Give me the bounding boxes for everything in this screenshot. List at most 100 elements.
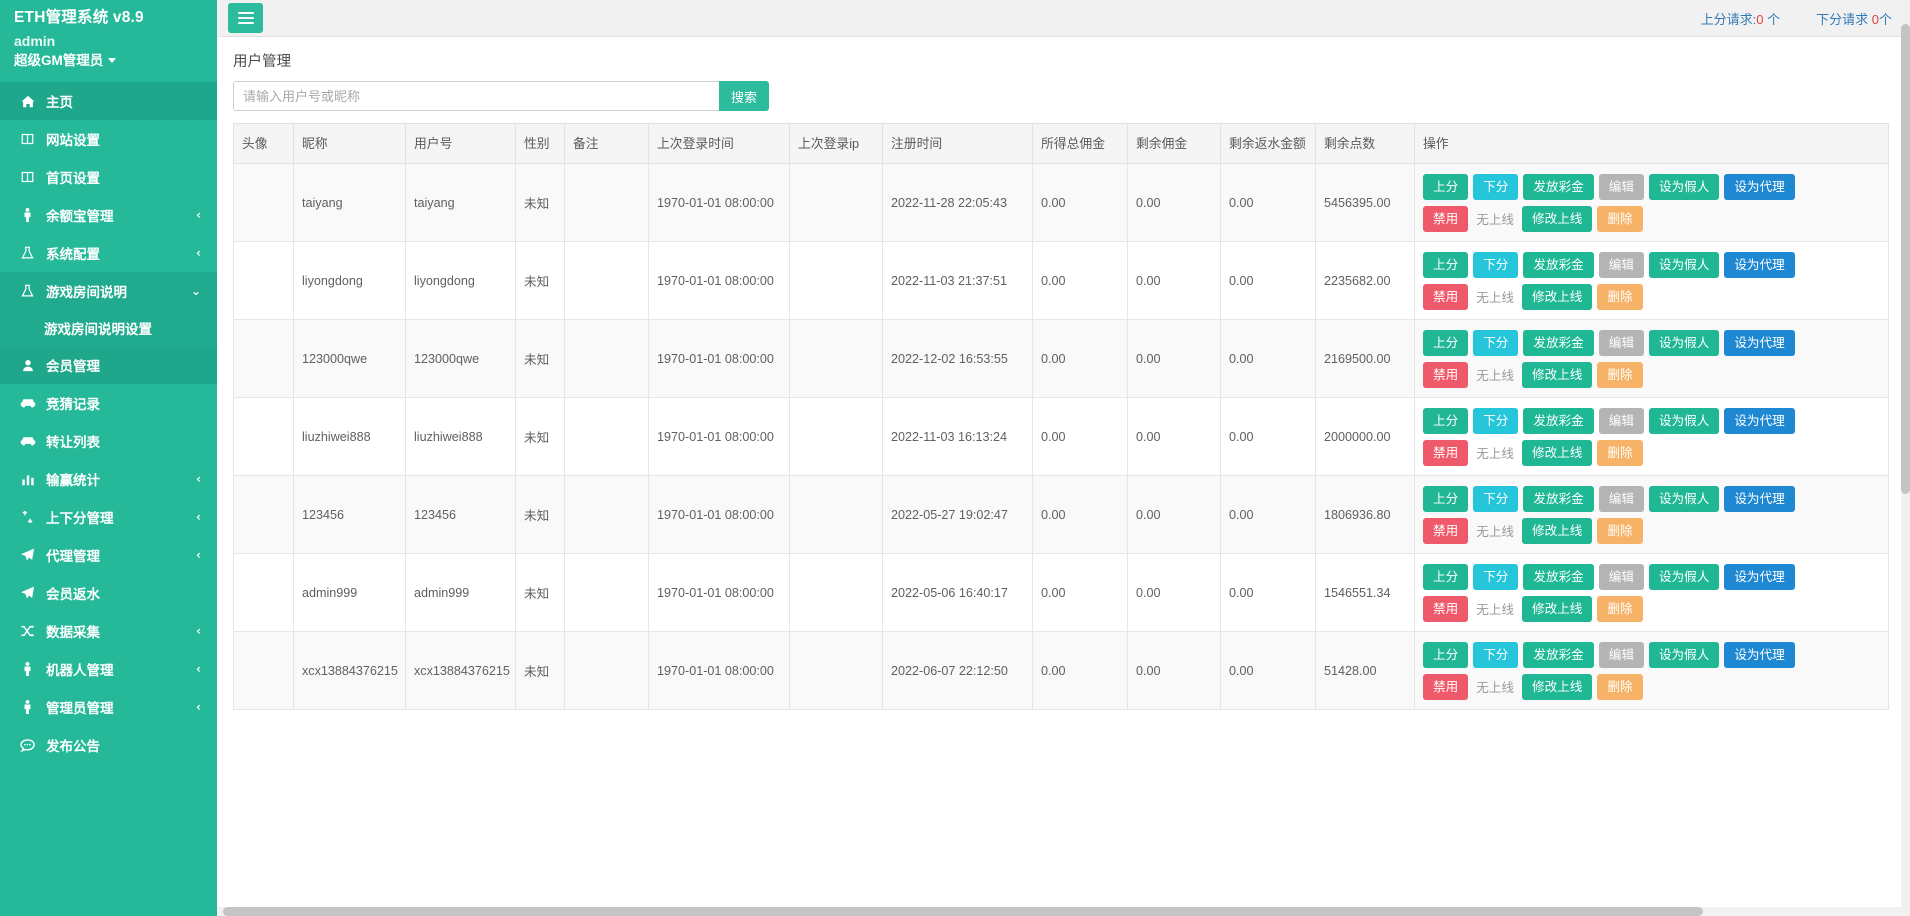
action-button-5[interactable]: 设为代理 (1724, 329, 1795, 356)
action-button-5[interactable]: 设为代理 (1724, 563, 1795, 590)
action-button-0[interactable]: 上分 (1423, 563, 1469, 590)
sidebar-item-15[interactable]: 管理员管理 ‹ (0, 688, 217, 726)
action-button-4[interactable]: 设为假人 (1648, 407, 1720, 434)
action-button-3[interactable]: 编辑 (1598, 407, 1644, 434)
action-button-1[interactable]: 下分 (1473, 563, 1519, 590)
action2-button-0[interactable]: 禁用 (1423, 361, 1469, 388)
table-scroll-container[interactable]: 头像 昵称 用户号 性别 备注 上次登录时间 上次登录ip 注册时间 所得总佣金 剩余佣金 剩余返水… (233, 123, 1894, 710)
sidebar-item-8[interactable]: 转让列表 (0, 422, 217, 460)
hamburger-icon[interactable] (228, 3, 263, 33)
action2-button-3[interactable]: 删除 (1597, 439, 1643, 466)
sidebar-item-1[interactable]: 网站设置 (0, 120, 217, 158)
action-button-4[interactable]: 设为假人 (1648, 329, 1720, 356)
up-request-link[interactable]: 上分请求:0 个 (1701, 9, 1781, 28)
action-button-4[interactable]: 设为假人 (1648, 563, 1720, 590)
cell-sex: 未知 (515, 475, 565, 554)
sidebar-item-6[interactable]: 会员管理 (0, 346, 217, 384)
action-button-3[interactable]: 编辑 (1598, 485, 1644, 512)
sidebar-item-4[interactable]: 系统配置 ‹ (0, 234, 217, 272)
action-button-2[interactable]: 发放彩金 (1523, 251, 1594, 278)
sidebar-item-14[interactable]: 机器人管理 ‹ (0, 650, 217, 688)
action-button-0[interactable]: 上分 (1423, 173, 1469, 200)
vscroll-thumb[interactable] (1901, 24, 1910, 494)
sidebar-item-3[interactable]: 余额宝管理 ‹ (0, 196, 217, 234)
action2-button-3[interactable]: 删除 (1597, 673, 1643, 700)
action-button-3[interactable]: 编辑 (1598, 251, 1644, 278)
action-button-0[interactable]: 上分 (1423, 485, 1469, 512)
action-button-5[interactable]: 设为代理 (1724, 251, 1795, 278)
action-button-2[interactable]: 发放彩金 (1523, 485, 1594, 512)
action2-button-3[interactable]: 删除 (1597, 205, 1643, 232)
sidebar-item-16[interactable]: 发布公告 (0, 726, 217, 764)
action-button-5[interactable]: 设为代理 (1724, 173, 1795, 200)
action-button-2[interactable]: 发放彩金 (1523, 173, 1594, 200)
sidebar-item-7[interactable]: 竞猜记录 (0, 384, 217, 422)
action-button-3[interactable]: 编辑 (1598, 173, 1644, 200)
cell-rest-rebate: 0.00 (1220, 397, 1316, 476)
action2-button-3[interactable]: 删除 (1597, 517, 1643, 544)
action-button-5[interactable]: 设为代理 (1724, 641, 1795, 668)
action-button-0[interactable]: 上分 (1423, 329, 1469, 356)
action2-button-2[interactable]: 修改上线 (1521, 517, 1593, 544)
app-title: ETH管理系统 v8.9 (14, 9, 144, 26)
down-request-link[interactable]: 下分请求 0个 (1816, 9, 1892, 28)
action-button-0[interactable]: 上分 (1423, 407, 1469, 434)
action-button-1[interactable]: 下分 (1473, 641, 1519, 668)
action-button-4[interactable]: 设为假人 (1648, 173, 1720, 200)
action2-button-0[interactable]: 禁用 (1423, 439, 1469, 466)
sidebar-item-11[interactable]: 代理管理 ‹ (0, 536, 217, 574)
sidebar-item-5[interactable]: 游戏房间说明 ⌄ (0, 272, 217, 310)
action2-button-0[interactable]: 禁用 (1423, 595, 1469, 622)
cell-sex: 未知 (515, 631, 565, 710)
sidebar-item-9[interactable]: 输赢统计 ‹ (0, 460, 217, 498)
action-button-4[interactable]: 设为假人 (1648, 251, 1720, 278)
action-button-4[interactable]: 设为假人 (1648, 641, 1720, 668)
action-button-3[interactable]: 编辑 (1598, 641, 1644, 668)
action2-button-3[interactable]: 删除 (1597, 595, 1643, 622)
sidebar-item-2[interactable]: 首页设置 (0, 158, 217, 196)
action-button-1[interactable]: 下分 (1473, 329, 1519, 356)
action-button-5[interactable]: 设为代理 (1724, 485, 1795, 512)
sidebar-subitem-0[interactable]: 游戏房间说明设置 (0, 310, 217, 346)
search-input[interactable] (233, 81, 719, 111)
action-button-2[interactable]: 发放彩金 (1523, 329, 1594, 356)
action2-button-2[interactable]: 修改上线 (1521, 673, 1593, 700)
sidebar-item-12[interactable]: 会员返水 (0, 574, 217, 612)
sidebar-item-13[interactable]: 数据采集 ‹ (0, 612, 217, 650)
action2-button-0[interactable]: 禁用 (1423, 205, 1469, 232)
action2-button-2[interactable]: 修改上线 (1521, 283, 1593, 310)
action2-button-3[interactable]: 删除 (1597, 283, 1643, 310)
action-button-4[interactable]: 设为假人 (1648, 485, 1720, 512)
sidebar-item-10[interactable]: 上下分管理 ‹ (0, 498, 217, 536)
vertical-scrollbar[interactable] (1901, 0, 1910, 916)
paperplane-icon (18, 586, 37, 600)
action2-button-0[interactable]: 禁用 (1423, 517, 1469, 544)
search-button[interactable]: 搜索 (718, 81, 769, 111)
action-button-3[interactable]: 编辑 (1598, 329, 1644, 356)
sidebar-role-dropdown[interactable]: 超级GM管理员 (14, 51, 203, 70)
sidebar-item-0[interactable]: 主页 (0, 82, 217, 120)
action-button-5[interactable]: 设为代理 (1724, 407, 1795, 434)
sidebar: ETH管理系统 v8.9 admin 超级GM管理员 主页 网站设置 首页设置 余额宝… (0, 0, 217, 916)
action2-button-2[interactable]: 修改上线 (1521, 439, 1593, 466)
action2-button-3[interactable]: 删除 (1597, 361, 1643, 388)
action-button-1[interactable]: 下分 (1473, 485, 1519, 512)
action-button-2[interactable]: 发放彩金 (1523, 407, 1594, 434)
action2-button-0[interactable]: 禁用 (1423, 283, 1469, 310)
cell-actions: 上分 下分 发放彩金 编辑 设为假人 设为代理 禁用 无上线 修改上线 删除 (1414, 397, 1889, 476)
action-button-3[interactable]: 编辑 (1598, 563, 1644, 590)
horizontal-scrollbar[interactable] (217, 907, 1910, 916)
action-button-1[interactable]: 下分 (1473, 407, 1519, 434)
action-button-2[interactable]: 发放彩金 (1523, 563, 1594, 590)
action-button-1[interactable]: 下分 (1473, 251, 1519, 278)
action-button-2[interactable]: 发放彩金 (1523, 641, 1594, 668)
action2-button-2[interactable]: 修改上线 (1521, 595, 1593, 622)
action2-button-2[interactable]: 修改上线 (1521, 205, 1593, 232)
action-button-0[interactable]: 上分 (1423, 251, 1469, 278)
hscroll-thumb[interactable] (223, 907, 1703, 916)
action2-button-0[interactable]: 禁用 (1423, 673, 1469, 700)
action-button-0[interactable]: 上分 (1423, 641, 1469, 668)
action-button-1[interactable]: 下分 (1473, 173, 1519, 200)
action2-button-2[interactable]: 修改上线 (1521, 361, 1593, 388)
no-upline-label: 无上线 (1476, 525, 1514, 539)
